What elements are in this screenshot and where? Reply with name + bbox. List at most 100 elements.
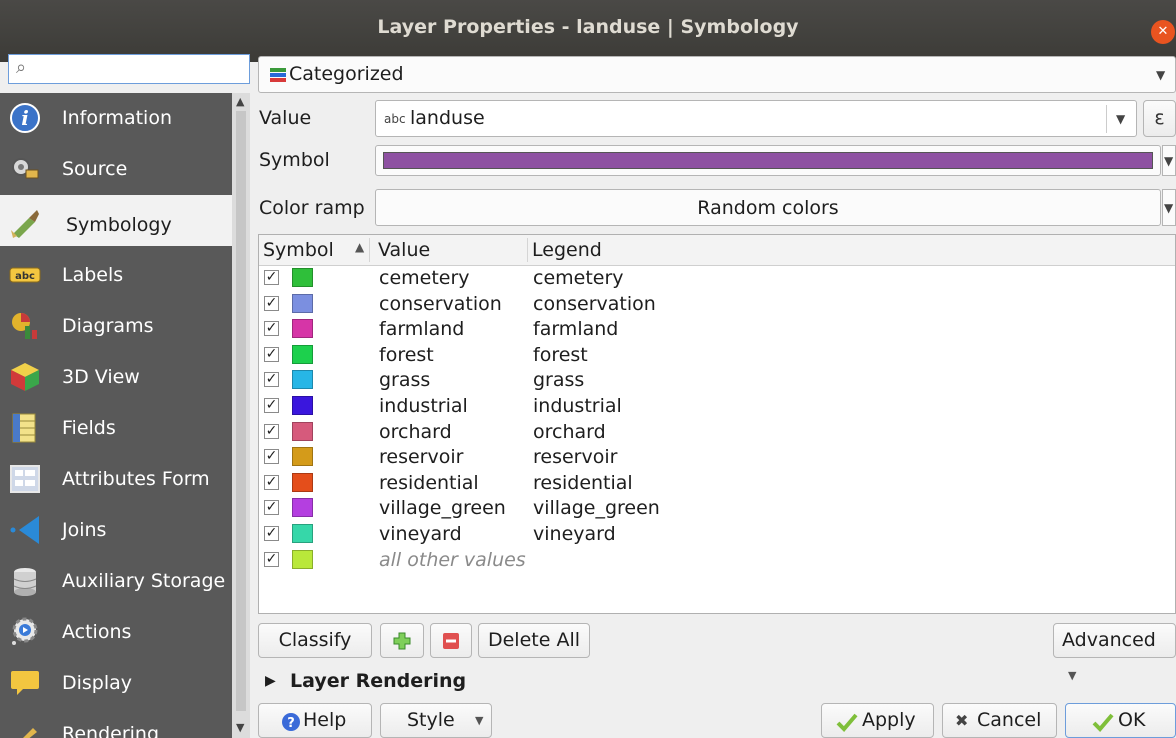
category-symbol-swatch[interactable] [292,293,313,313]
category-symbol-swatch[interactable] [292,447,313,467]
table-row[interactable]: ✓ industrial industrial [259,394,1175,420]
table-row[interactable]: ✓ orchard orchard [259,420,1175,446]
color-ramp-button[interactable]: Random colors [375,189,1161,226]
sidebar-search-input[interactable]: ⌕ [8,54,250,84]
category-symbol-swatch[interactable] [292,472,313,492]
symbol-button[interactable] [375,145,1161,176]
category-checkbox[interactable]: ✓ [264,449,279,465]
category-legend[interactable]: conservation [533,293,656,315]
category-symbol-swatch[interactable] [292,370,313,390]
category-checkbox[interactable]: ✓ [264,500,279,516]
category-symbol-swatch[interactable] [292,319,313,339]
category-checkbox[interactable]: ✓ [264,551,279,567]
table-row[interactable]: ✓ vineyard vineyard [259,522,1175,548]
sidebar-item-labels[interactable]: abc Labels [0,250,232,301]
column-header-legend[interactable]: Legend [532,239,602,261]
category-checkbox[interactable]: ✓ [264,423,279,439]
ok-button[interactable]: OK [1065,703,1176,738]
category-value[interactable]: residential [379,472,479,494]
scroll-up-icon[interactable]: ▲ [236,95,244,108]
expand-arrow-icon[interactable]: ▶ [265,673,276,689]
table-row[interactable]: ✓ all other values [259,548,1175,574]
category-legend[interactable]: village_green [533,497,660,519]
category-value[interactable]: reservoir [379,446,463,468]
category-checkbox[interactable]: ✓ [264,295,279,311]
advanced-button[interactable]: Advanced ▼ [1053,623,1176,682]
symbol-dropdown-button[interactable]: ▼ [1162,145,1176,176]
sidebar-item-joins[interactable]: Joins [0,505,232,556]
category-legend[interactable]: orchard [533,421,606,443]
add-category-button[interactable] [380,623,424,658]
category-legend[interactable]: residential [533,472,633,494]
category-value[interactable]: industrial [379,395,468,417]
table-row[interactable]: ✓ cemetery cemetery [259,266,1175,292]
category-value[interactable]: vineyard [379,523,462,545]
table-row[interactable]: ✓ grass grass [259,368,1175,394]
table-row[interactable]: ✓ reservoir reservoir [259,445,1175,471]
category-legend[interactable]: grass [533,369,584,391]
category-symbol-swatch[interactable] [292,344,313,364]
value-field-select[interactable]: abc landuse ▼ [375,100,1137,137]
category-checkbox[interactable]: ✓ [264,270,279,285]
column-header-symbol[interactable]: Symbol [263,239,334,261]
category-checkbox[interactable]: ✓ [264,346,279,362]
category-value[interactable]: farmland [379,318,464,340]
window-titlebar[interactable]: Layer Properties - landuse | Symbology ✕ [0,0,1176,62]
sidebar-item-actions[interactable]: Actions [0,607,232,658]
cancel-button[interactable]: ✖ Cancel [942,703,1057,738]
sidebar-item-rendering[interactable]: Rendering [0,709,232,738]
category-symbol-swatch[interactable] [292,524,313,543]
sidebar-item-3d-view[interactable]: 3D View [0,352,232,403]
category-symbol-swatch[interactable] [292,268,313,287]
category-legend[interactable]: vineyard [533,523,616,545]
table-row[interactable]: ✓ farmland farmland [259,317,1175,343]
category-checkbox[interactable]: ✓ [264,474,279,490]
sidebar-item-symbology[interactable]: Symbology [0,195,232,246]
remove-category-button[interactable] [430,623,472,658]
sidebar-item-attributes-form[interactable]: Attributes Form [0,454,232,505]
table-row[interactable]: ✓ conservation conservation [259,292,1175,318]
category-legend[interactable]: cemetery [533,267,624,289]
close-icon[interactable]: ✕ [1151,20,1175,44]
category-value[interactable]: cemetery [379,267,470,289]
category-checkbox[interactable]: ✓ [264,372,279,388]
sidebar-scrollbar[interactable]: ▲ ▼ [232,93,250,738]
category-legend[interactable]: forest [533,344,588,366]
column-header-value[interactable]: Value [378,239,430,261]
category-value[interactable]: forest [379,344,434,366]
table-row[interactable]: ✓ forest forest [259,343,1175,369]
category-symbol-swatch[interactable] [292,549,313,569]
layer-rendering-section[interactable]: Layer Rendering [290,670,466,692]
table-row[interactable]: ✓ residential residential [259,471,1175,497]
sidebar-item-source[interactable]: Source [0,144,232,195]
color-ramp-dropdown-button[interactable]: ▼ [1162,189,1176,226]
sidebar-item-information[interactable]: i Information [0,93,232,144]
category-value[interactable]: orchard [379,421,452,443]
table-row[interactable]: ✓ village_green village_green [259,496,1175,522]
sidebar-item-diagrams[interactable]: Diagrams [0,301,232,352]
sidebar-item-auxiliary-storage[interactable]: Auxiliary Storage [0,556,232,607]
classify-button[interactable]: Classify [258,623,372,658]
expression-button[interactable]: ε [1143,100,1176,137]
sidebar-item-display[interactable]: Display [0,658,232,709]
category-checkbox[interactable]: ✓ [264,321,279,337]
category-legend[interactable]: industrial [533,395,622,417]
delete-all-button[interactable]: Delete All [478,623,590,658]
category-legend[interactable]: farmland [533,318,618,340]
category-value[interactable]: conservation [379,293,502,315]
style-button[interactable]: Style ▼ [380,703,492,738]
category-legend[interactable]: reservoir [533,446,617,468]
category-symbol-swatch[interactable] [292,396,313,415]
category-value[interactable]: grass [379,369,430,391]
renderer-type-select[interactable]: Categorized ▼ [258,56,1176,93]
category-checkbox[interactable]: ✓ [264,526,279,541]
help-button[interactable]: ? Help [258,703,372,738]
sidebar-item-fields[interactable]: Fields [0,403,232,454]
category-checkbox[interactable]: ✓ [264,398,279,413]
scrollbar-thumb[interactable] [236,111,246,711]
category-symbol-swatch[interactable] [292,498,313,518]
scroll-down-icon[interactable]: ▼ [236,721,244,734]
category-value[interactable]: all other values [379,549,526,571]
categories-table[interactable]: Symbol ▲ Value Legend ✓ cemetery cemetery ✓… [258,234,1176,614]
apply-button[interactable]: Apply [821,703,934,738]
